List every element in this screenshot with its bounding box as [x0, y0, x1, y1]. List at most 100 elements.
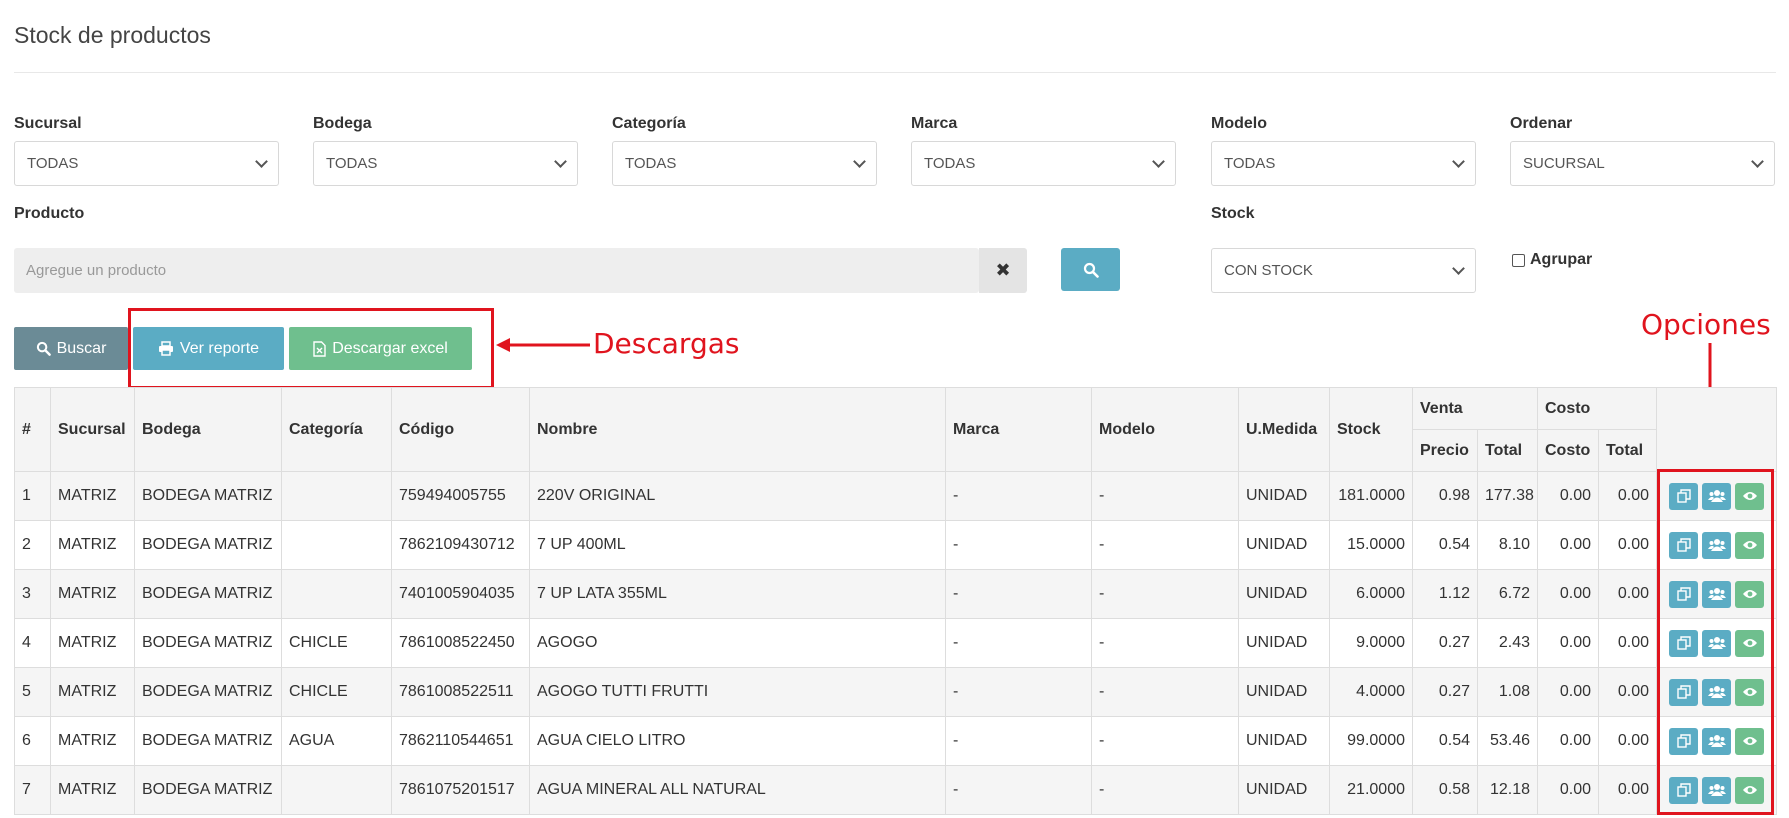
bodega-select[interactable]: TODAS [313, 141, 578, 186]
product-input-placeholder: Agregue un producto [26, 262, 167, 279]
checkbox-box[interactable] [1512, 253, 1525, 267]
cell-precio: 0.27 [1412, 667, 1478, 717]
opciones-highlight-box [1657, 469, 1774, 815]
cell-num: 6 [14, 716, 51, 766]
cell-total-venta: 12.18 [1477, 765, 1538, 815]
cell-bodega: BODEGA MATRIZ [134, 618, 282, 668]
cell-categoria [281, 569, 392, 619]
cell-num: 3 [14, 569, 51, 619]
cell-costo: 0.00 [1537, 765, 1599, 815]
cell-stock: 99.0000 [1329, 716, 1413, 766]
cell-marca: - [945, 471, 1092, 521]
stock-select[interactable]: CON STOCK [1211, 248, 1476, 293]
cell-costo: 0.00 [1537, 716, 1599, 766]
cell-nombre: AGUA CIELO LITRO [529, 716, 946, 766]
col-sucursal: Sucursal [50, 387, 135, 472]
table-row: 4 MATRIZ BODEGA MATRIZ CHICLE 7861008522450 A… [14, 618, 1778, 668]
chevron-down-icon [1452, 154, 1465, 168]
cell-nombre: 7 UP 400ML [529, 520, 946, 570]
marca-select[interactable]: TODAS [911, 141, 1176, 186]
stock-select-value: CON STOCK [1224, 262, 1313, 279]
buscar-button[interactable]: Buscar [14, 327, 128, 370]
cell-total-costo: 0.00 [1597, 471, 1658, 521]
ordenar-select[interactable]: SUCURSAL [1510, 141, 1775, 186]
stock-table-body: 1 MATRIZ BODEGA MATRIZ 759494005755 220V ORI… [14, 471, 1778, 815]
cell-precio: 1.12 [1412, 569, 1478, 619]
cell-sucursal: MATRIZ [50, 569, 135, 619]
col-total-venta: Total [1477, 429, 1538, 472]
categoria-select-value: TODAS [625, 155, 677, 172]
cell-umedida: UNIDAD [1238, 471, 1330, 521]
cell-bodega: BODEGA MATRIZ [134, 765, 282, 815]
cell-stock: 4.0000 [1329, 667, 1413, 717]
cell-total-venta: 177.38 [1477, 471, 1538, 521]
cell-total-venta: 2.43 [1477, 618, 1538, 668]
product-search-button[interactable] [1061, 248, 1120, 291]
cell-sucursal: MATRIZ [50, 618, 135, 668]
cell-total-costo: 0.00 [1597, 667, 1658, 717]
clear-product-button[interactable]: ✖ [979, 248, 1027, 293]
cell-total-venta: 1.08 [1477, 667, 1538, 717]
search-icon [1083, 262, 1099, 278]
cell-nombre: AGOGO [529, 618, 946, 668]
modelo-select[interactable]: TODAS [1211, 141, 1476, 186]
cell-precio: 0.54 [1412, 716, 1478, 766]
search-icon [36, 341, 51, 356]
col-codigo: Código [391, 387, 530, 472]
cell-modelo: - [1091, 618, 1239, 668]
col-num: # [14, 387, 51, 472]
cell-codigo: 7401005904035 [391, 569, 530, 619]
marca-label: Marca [911, 115, 958, 132]
cell-total-costo: 0.00 [1597, 520, 1658, 570]
cell-umedida: UNIDAD [1238, 765, 1330, 815]
chevron-down-icon [1152, 154, 1165, 168]
cell-precio: 0.58 [1412, 765, 1478, 815]
col-bodega: Bodega [134, 387, 282, 472]
cell-modelo: - [1091, 667, 1239, 717]
cell-stock: 9.0000 [1329, 618, 1413, 668]
title-divider [14, 72, 1776, 73]
cell-codigo: 7861008522450 [391, 618, 530, 668]
sucursal-select[interactable]: TODAS [14, 141, 279, 186]
categoria-select[interactable]: TODAS [612, 141, 877, 186]
marca-select-value: TODAS [924, 155, 976, 172]
agrupar-checkbox[interactable]: Agrupar [1512, 251, 1592, 269]
cell-stock: 15.0000 [1329, 520, 1413, 570]
descargas-highlight-box [128, 308, 494, 389]
cell-sucursal: MATRIZ [50, 765, 135, 815]
cell-marca: - [945, 716, 1092, 766]
cell-stock: 6.0000 [1329, 569, 1413, 619]
col-nombre: Nombre [529, 387, 946, 472]
close-icon: ✖ [995, 260, 1011, 280]
cell-nombre: AGOGO TUTTI FRUTTI [529, 667, 946, 717]
cell-total-venta: 8.10 [1477, 520, 1538, 570]
table-row: 3 MATRIZ BODEGA MATRIZ 7401005904035 7 UP LA… [14, 569, 1778, 619]
ordenar-label: Ordenar [1510, 115, 1573, 132]
categoria-label: Categoría [612, 115, 686, 132]
cell-categoria: AGUA [281, 716, 392, 766]
cell-costo: 0.00 [1537, 618, 1599, 668]
chevron-down-icon [853, 154, 866, 168]
opciones-annotation: Opciones [1641, 308, 1771, 341]
cell-precio: 0.27 [1412, 618, 1478, 668]
cell-sucursal: MATRIZ [50, 667, 135, 717]
cell-marca: - [945, 667, 1092, 717]
bodega-label: Bodega [313, 115, 372, 132]
cell-sucursal: MATRIZ [50, 716, 135, 766]
modelo-select-value: TODAS [1224, 155, 1276, 172]
col-marca: Marca [945, 387, 1092, 472]
cell-bodega: BODEGA MATRIZ [134, 667, 282, 717]
cell-marca: - [945, 520, 1092, 570]
col-categoria: Categoría [281, 387, 392, 472]
col-modelo: Modelo [1091, 387, 1239, 472]
product-input[interactable]: Agregue un producto [14, 248, 979, 293]
col-group-venta: Venta [1412, 387, 1538, 430]
cell-num: 2 [14, 520, 51, 570]
cell-modelo: - [1091, 765, 1239, 815]
col-precio: Precio [1412, 429, 1478, 472]
table-row: 2 MATRIZ BODEGA MATRIZ 7862109430712 7 UP 40… [14, 520, 1778, 570]
cell-codigo: 7861075201517 [391, 765, 530, 815]
cell-umedida: UNIDAD [1238, 716, 1330, 766]
ordenar-select-value: SUCURSAL [1523, 155, 1605, 172]
cell-total-costo: 0.00 [1597, 618, 1658, 668]
